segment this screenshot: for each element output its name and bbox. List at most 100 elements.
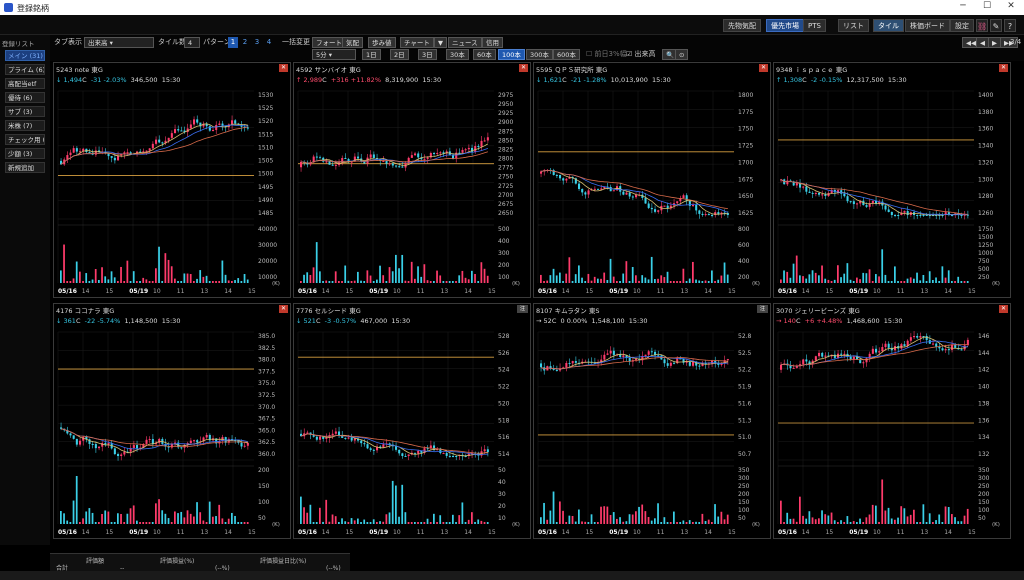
tile-close-button[interactable]: ✕: [999, 64, 1008, 72]
price-tick-label: 1320: [978, 159, 993, 166]
maximize-button[interactable]: ☐: [976, 1, 998, 14]
candlestick-chart[interactable]: 1530152515201515151015051500149514901485…: [54, 87, 290, 297]
range-3d-button[interactable]: 3日: [418, 49, 437, 60]
candle-body: [840, 353, 843, 355]
tile-header[interactable]: 4176 ココナラ 東G: [56, 305, 114, 315]
chart-tile[interactable]: 3070 ジェリービーンズ 東G ✕ → 140C +6 +4.48% 1,468,…: [773, 303, 1011, 539]
chart-tile[interactable]: 5595 ＱＰＳ研究所 東G ✕ ↓ 1,621C -21 -1.28% 10,01…: [533, 62, 771, 298]
priority-market-button[interactable]: 優先市場: [766, 19, 804, 32]
volume-value: 1,548,100: [591, 317, 625, 325]
volume-bar: [240, 522, 243, 524]
prev-range-checkbox[interactable]: ☐ 前日3%幅: [586, 49, 627, 60]
tile-close-button[interactable]: ✕: [279, 305, 288, 313]
chart-tile[interactable]: 4592 サンバイオ 東G ✕ ↑ 2,989C +316 +11.82% 8,31…: [293, 62, 531, 298]
volume-bar: [101, 513, 103, 524]
volume-bar: [376, 279, 378, 283]
tile-header[interactable]: 9348 ｉｓｐａｃｅ 東G: [776, 64, 847, 74]
volume-bar: [846, 516, 849, 524]
range-600-button[interactable]: 600本: [553, 49, 580, 60]
ayumi-button[interactable]: 歩み値: [368, 37, 396, 48]
tile-header[interactable]: 7776 セルシード 東G: [296, 305, 361, 315]
chart-button[interactable]: チャート: [400, 37, 434, 48]
candlestick-chart[interactable]: 1800 1775 1750 1725 1700 1675 1650 1625 800 600 40…: [534, 87, 770, 297]
range-300-button[interactable]: 300本: [526, 49, 553, 60]
tile-count-select[interactable]: 4: [184, 37, 200, 48]
volume-bar: [916, 272, 918, 283]
edit-icon[interactable]: ✎: [990, 19, 1002, 32]
chart-tile[interactable]: 5243 note 東G ✕ ↓ 1,494C -31 -2.03% 346,500…: [53, 62, 291, 298]
candlestick-chart[interactable]: 1461441421401381361341323503002502001501…: [774, 328, 1010, 538]
tile-header[interactable]: 4592 サンバイオ 東G: [296, 64, 361, 74]
chart-tile[interactable]: 4176 ココナラ 東G ✕ ↓ 361C -22 -5.74% 1,148,500…: [53, 303, 291, 539]
sidebar-item-small[interactable]: 少額 (3): [5, 148, 45, 159]
chart-tile[interactable]: 7776 セルシード 東G 注 ↓ 521C -3 -0.57% 467,000 1…: [293, 303, 531, 539]
tile-close-button[interactable]: 注: [757, 305, 768, 313]
chart-tile[interactable]: 8107 キムラタン 東S 注 → 52C 0 0.00% 1,548,100 15…: [533, 303, 771, 539]
add-list-button[interactable]: 新規追加: [5, 162, 45, 173]
volume-bar: [657, 278, 659, 283]
tile-header[interactable]: 5243 note 東G: [56, 64, 103, 74]
settings-button[interactable]: 設定: [950, 19, 974, 32]
reset-zoom-icon[interactable]: ⊙: [675, 49, 689, 60]
range-100-button[interactable]: 100本: [498, 49, 525, 60]
sidebar-item-prime[interactable]: プライム (6): [5, 64, 45, 75]
tile-close-button[interactable]: ✕: [999, 305, 1008, 313]
candlestick-chart[interactable]: 2975 2950 2925 2900 2875 2850 2825 2800 2775 2750…: [294, 87, 530, 297]
candle-body: [94, 444, 97, 449]
date-tick-label: 15: [106, 529, 114, 536]
pattern-2-button[interactable]: 2: [240, 37, 250, 48]
chart-dropdown-button[interactable]: ▼: [434, 37, 447, 48]
chart-tile[interactable]: 9348 ｉｓｐａｃｅ 東G ✕ ↑ 1,308C -2 -0.15% 12,317…: [773, 62, 1011, 298]
pts-button[interactable]: PTS: [803, 19, 826, 32]
volume-bar: [480, 520, 483, 524]
sidebar-item-yutai[interactable]: 優待 (6): [5, 92, 45, 103]
candle-body: [919, 336, 922, 338]
pattern-4-button[interactable]: 4: [264, 37, 274, 48]
futures-quote-button[interactable]: 先物気配: [723, 19, 761, 32]
tile-header[interactable]: 5595 ＱＰＳ研究所 東G: [536, 64, 607, 74]
tile-close-button[interactable]: 注: [517, 305, 528, 313]
interval-select[interactable]: 5分 ▾: [312, 49, 356, 60]
candlestick-chart[interactable]: 1400 1380 1360 1340 1320 1300 1280 1260 17501500…: [774, 87, 1010, 297]
date-tick-label: 10: [633, 288, 641, 295]
sidebar-item-main[interactable]: メイン (31): [5, 50, 45, 61]
sidebar-item-check[interactable]: チェック用 (: [5, 134, 45, 145]
pattern-3-button[interactable]: 3: [252, 37, 262, 48]
candlestick-chart[interactable]: 52.8 52.5 52.2 51.9 51.6 51.3 51.0 50.7 35030025…: [534, 328, 770, 538]
candlestick-chart[interactable]: 385.0 382.5 380.0 377.5 375.0 372.5 370.0 367.5…: [54, 328, 290, 538]
sidebar-item-sub[interactable]: サブ (3): [5, 106, 45, 117]
list-view-button[interactable]: リスト: [838, 19, 869, 32]
tile-header[interactable]: 3070 ジェリービーンズ 東G: [776, 305, 860, 315]
credit-button[interactable]: 信用: [482, 37, 503, 48]
help-icon[interactable]: ?: [1004, 19, 1016, 32]
tile-close-button[interactable]: ✕: [279, 64, 288, 72]
sidebar-item-us[interactable]: 米株 (7): [5, 120, 45, 131]
tile-close-button[interactable]: ✕: [759, 64, 768, 72]
quote-button[interactable]: フォート: [312, 37, 346, 48]
range-2d-button[interactable]: 2日: [390, 49, 409, 60]
volume-bar: [237, 522, 240, 524]
volume-bar: [186, 510, 189, 524]
range-60-button[interactable]: 60本: [473, 49, 496, 60]
volume-bar: [928, 271, 931, 283]
kehai-button[interactable]: 気配: [342, 37, 363, 48]
link-icon[interactable]: ⛓: [976, 19, 988, 32]
tile-header[interactable]: 8107 キムラタン 東S: [536, 305, 600, 315]
news-button[interactable]: ニュース: [448, 37, 482, 48]
candlestick-chart[interactable]: 528 526 524 522 520 518 516 514 50 40 30 20 10 (K) 05/…: [294, 328, 530, 538]
tile-close-button[interactable]: ✕: [519, 64, 528, 72]
volume-bar: [382, 275, 385, 283]
sidebar-item-high-dividend[interactable]: 高配当etf: [5, 78, 45, 89]
close-window-button[interactable]: ✕: [1000, 1, 1022, 14]
tab-display-select[interactable]: 出来高 ▾: [84, 37, 154, 48]
tile-view-button[interactable]: タイル: [873, 19, 904, 32]
volume-checkbox[interactable]: ☑ 出来高: [626, 49, 656, 60]
candle-body: [960, 349, 963, 351]
range-1d-button[interactable]: 1日: [362, 49, 381, 60]
pattern-1-button[interactable]: 1: [228, 37, 238, 48]
minimize-button[interactable]: ─: [952, 1, 974, 14]
range-30-button[interactable]: 30本: [446, 49, 469, 60]
stock-board-button[interactable]: 株価ボード: [905, 19, 950, 32]
price-tick-label: 524: [498, 367, 510, 374]
volume-bar: [704, 280, 707, 283]
